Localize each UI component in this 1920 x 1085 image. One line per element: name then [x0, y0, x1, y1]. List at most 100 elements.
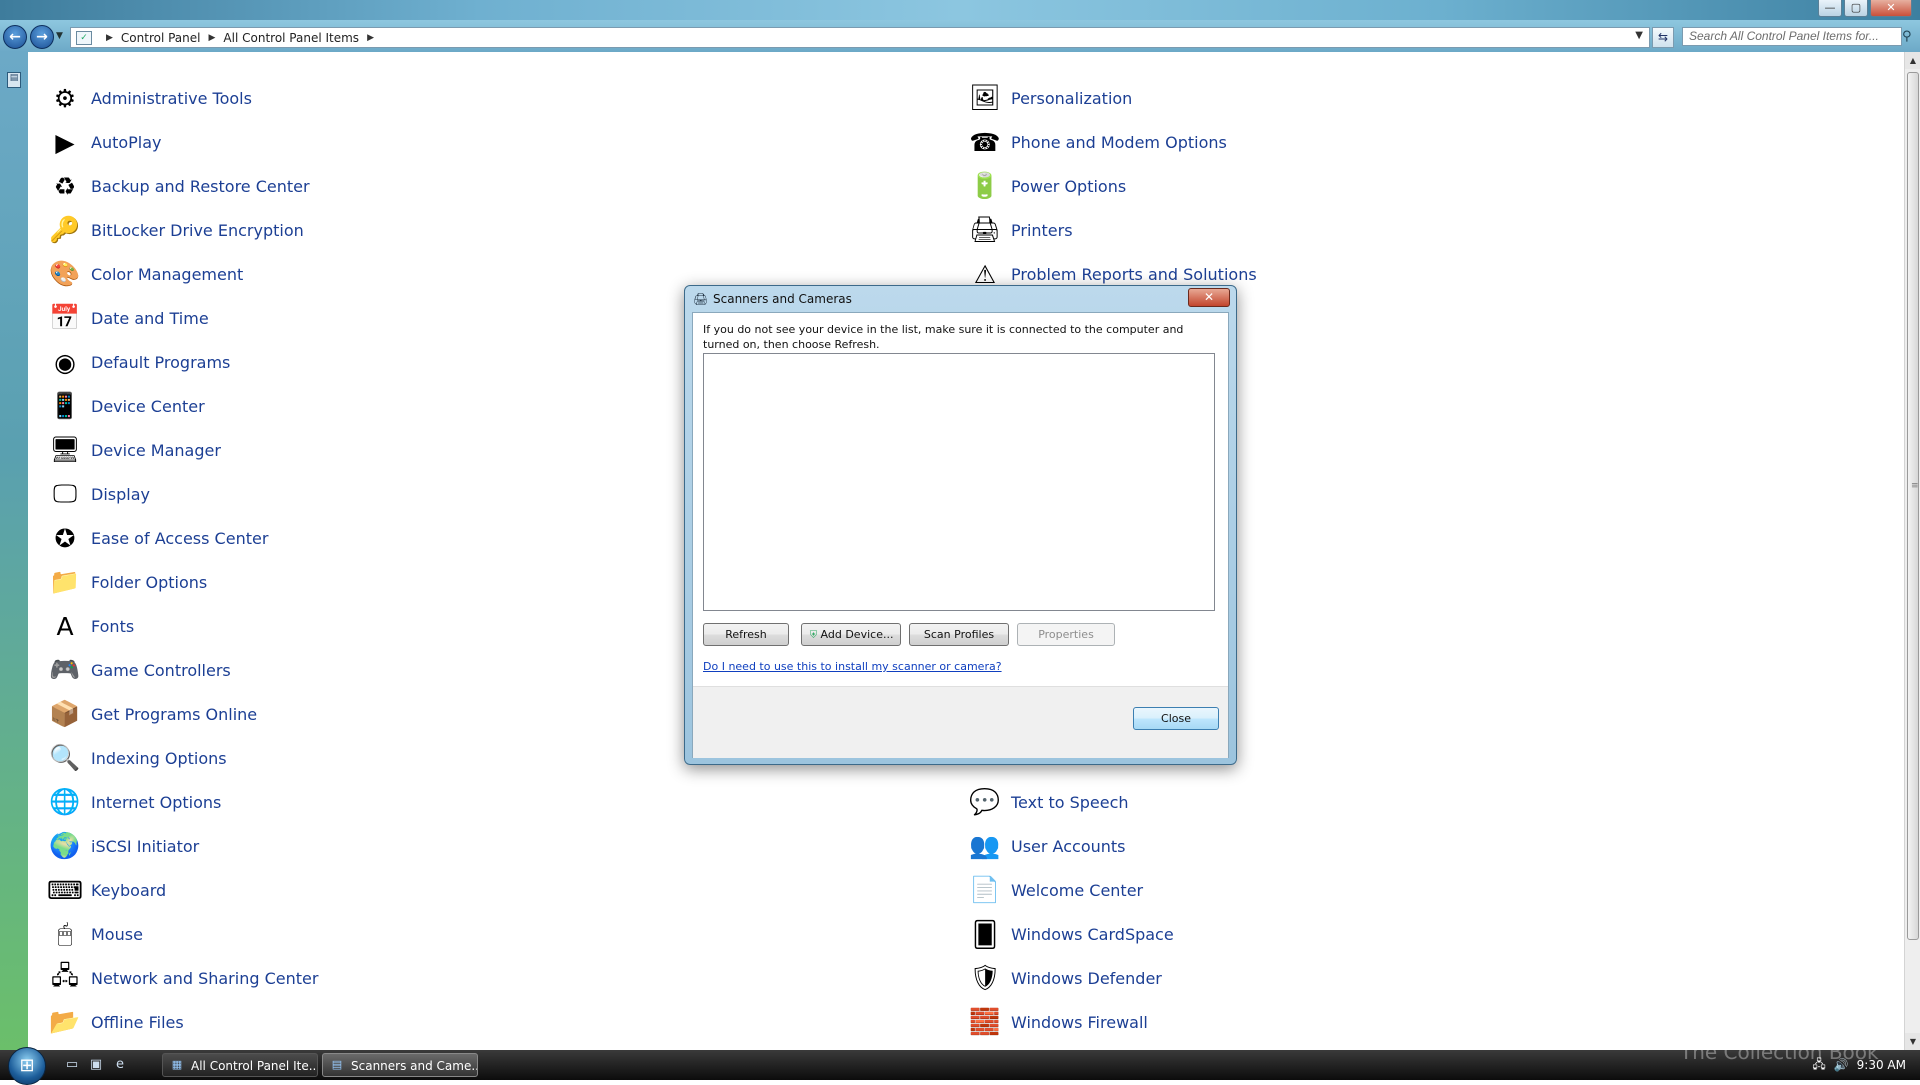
- control-panel-item[interactable]: 🌍 iSCSI Initiator: [48, 824, 199, 868]
- control-panel-item-label: Backup and Restore Center: [91, 176, 310, 196]
- scroll-up-icon[interactable]: ▲: [1905, 52, 1920, 69]
- control-panel-item[interactable]: 🔋 Power Options: [968, 164, 1126, 208]
- control-panel-item-label: BitLocker Drive Encryption: [91, 220, 304, 240]
- backup-icon: ♻: [53, 171, 77, 201]
- ease-of-access-icon: ✪: [54, 523, 76, 553]
- chevron-right-icon[interactable]: ▶: [367, 33, 374, 43]
- close-button[interactable]: Close: [1133, 707, 1219, 730]
- scroll-down-icon[interactable]: ▼: [1905, 1033, 1920, 1050]
- close-window-button[interactable]: ✕: [1870, 0, 1912, 17]
- back-arrow-icon: ←: [9, 29, 21, 45]
- control-panel-item[interactable]: ♻ Backup and Restore Center: [48, 164, 310, 208]
- control-panel-item-label: Display: [91, 484, 150, 504]
- control-panel-item-label: Keyboard: [91, 880, 167, 900]
- add-device-button[interactable]: ⛨ Add Device...: [801, 623, 901, 646]
- scan-profiles-button[interactable]: Scan Profiles: [909, 623, 1009, 646]
- address-bar[interactable]: ✓ ▶ Control Panel ▶ All Control Panel It…: [70, 27, 1650, 48]
- recent-pages-dropdown[interactable]: ▼: [56, 31, 63, 41]
- control-panel-item-label: Ease of Access Center: [91, 528, 269, 548]
- show-desktop-icon[interactable]: ▭: [64, 1057, 80, 1073]
- uac-shield-icon: ⛨: [809, 630, 818, 641]
- dialog-message: If you do not see your device in the lis…: [703, 323, 1184, 351]
- phone-modem-icon: ☎: [969, 127, 1001, 157]
- control-panel-item[interactable]: ⌨ Keyboard: [47, 868, 167, 912]
- properties-button[interactable]: Properties: [1017, 623, 1115, 646]
- control-panel-item-label: Default Programs: [91, 352, 231, 372]
- control-panel-item[interactable]: 🛡 Windows Defender: [968, 956, 1162, 1000]
- control-panel-item[interactable]: 📅 Date and Time: [48, 296, 208, 340]
- control-panel-item-label: Administrative Tools: [91, 88, 252, 108]
- control-panel-item-label: Get Programs Online: [91, 704, 258, 724]
- sidebar-toggle-icon[interactable]: ▤: [7, 72, 21, 88]
- refresh-icon: ⇆: [1657, 30, 1669, 44]
- control-panel-item[interactable]: ▶ AutoPlay: [48, 120, 161, 164]
- vertical-scrollbar[interactable]: ▲ ≡ ▼: [1904, 52, 1920, 1050]
- control-panel-item[interactable]: 📄 Welcome Center: [968, 868, 1143, 912]
- breadcrumb-control-panel[interactable]: Control Panel: [121, 31, 201, 45]
- refresh-address-button[interactable]: ⇆: [1652, 27, 1674, 48]
- control-panel-item[interactable]: 🌐 Internet Options: [48, 780, 221, 824]
- control-panel-item[interactable]: ◉ Default Programs: [48, 340, 230, 384]
- minimize-button[interactable]: —: [1818, 0, 1842, 17]
- taskbar-scanners-cameras[interactable]: ▤ Scanners and Came...: [322, 1053, 478, 1077]
- control-panel-item[interactable]: 🖼 Personalization: [968, 76, 1132, 120]
- control-panel-item[interactable]: 🖵 Display: [48, 472, 150, 516]
- control-panel-item[interactable]: 💬 Text to Speech: [968, 780, 1128, 824]
- control-panel-item[interactable]: ⚙ Administrative Tools: [48, 76, 252, 120]
- scroll-thumb[interactable]: ≡: [1907, 72, 1919, 940]
- back-button[interactable]: ←: [3, 25, 27, 49]
- control-panel-item[interactable]: 🎮 Game Controllers: [48, 648, 230, 692]
- control-panel-item[interactable]: ☎ Phone and Modem Options: [968, 120, 1227, 164]
- start-button[interactable]: ⊞: [8, 1047, 46, 1085]
- refresh-button[interactable]: Refresh: [703, 623, 789, 646]
- dialog-close-button[interactable]: ✕: [1188, 288, 1230, 307]
- control-panel-item-label: Offline Files: [91, 1012, 184, 1032]
- indexing-icon: 🔍: [49, 743, 81, 772]
- scanner-icon: ▤: [331, 1058, 343, 1071]
- control-panel-item[interactable]: 🎨 Color Management: [48, 252, 243, 296]
- close-icon: ✕: [1203, 290, 1215, 304]
- control-panel-item[interactable]: 🖱 Mouse: [48, 912, 142, 956]
- control-panel-item[interactable]: 🖧 Network and Sharing Center: [48, 956, 318, 1000]
- control-panel-item-label: Windows Defender: [1011, 968, 1162, 988]
- game-controllers-icon: 🎮: [49, 655, 81, 684]
- control-panel-item[interactable]: 🖨 Printers: [968, 208, 1072, 252]
- device-list[interactable]: [703, 353, 1215, 611]
- control-panel-item[interactable]: 🂠 Windows CardSpace: [968, 912, 1174, 956]
- windows-logo-icon: ⊞: [19, 1055, 35, 1076]
- control-panel-item-label: Indexing Options: [91, 748, 227, 768]
- control-panel-icon: ▦: [171, 1058, 183, 1071]
- control-panel-item[interactable]: 🖥 Device Manager: [48, 428, 221, 472]
- control-panel-item[interactable]: 📁 Folder Options: [48, 560, 207, 604]
- taskbar-control-panel[interactable]: ▦ All Control Panel Ite...: [162, 1053, 318, 1077]
- search-icon[interactable]: ⚲: [1902, 29, 1912, 44]
- control-panel-item[interactable]: 📦 Get Programs Online: [48, 692, 257, 736]
- control-panel-item-label: Windows CardSpace: [1011, 924, 1174, 944]
- forward-button[interactable]: →: [30, 25, 54, 49]
- control-panel-item[interactable]: 📂 Offline Files: [48, 1000, 184, 1044]
- control-panel-item[interactable]: 🔑 BitLocker Drive Encryption: [48, 208, 304, 252]
- address-dropdown-icon[interactable]: ▼: [1635, 30, 1643, 41]
- device-center-icon: 📱: [49, 391, 81, 420]
- switch-windows-icon[interactable]: ▣: [88, 1057, 104, 1073]
- search-input[interactable]: [1682, 27, 1902, 46]
- defender-icon: 🛡: [969, 963, 1001, 992]
- control-panel-item[interactable]: 🔍 Indexing Options: [48, 736, 227, 780]
- help-link[interactable]: Do I need to use this to install my scan…: [703, 660, 1002, 673]
- bitlocker-icon: 🔑: [49, 215, 81, 244]
- control-panel-item[interactable]: ✪ Ease of Access Center: [48, 516, 269, 560]
- control-panel-item[interactable]: A Fonts: [48, 604, 134, 648]
- left-edge-strip: ▤: [0, 52, 28, 1050]
- chevron-right-icon[interactable]: ▶: [106, 33, 113, 43]
- control-panel-item[interactable]: 👥 User Accounts: [968, 824, 1125, 868]
- breadcrumb-all-items[interactable]: All Control Panel Items: [223, 31, 359, 45]
- iscsi-icon: 🌍: [49, 831, 81, 860]
- chevron-right-icon[interactable]: ▶: [209, 33, 216, 43]
- control-panel-item[interactable]: 🧱 Windows Firewall: [968, 1000, 1147, 1044]
- mouse-icon: 🖱: [57, 919, 73, 948]
- maximize-button[interactable]: ▢: [1844, 0, 1868, 17]
- internet-explorer-icon[interactable]: e: [112, 1057, 128, 1073]
- control-panel-item[interactable]: 📱 Device Center: [48, 384, 204, 428]
- offline-files-icon: 📂: [49, 1007, 81, 1036]
- control-panel-item-label: Phone and Modem Options: [1011, 132, 1227, 152]
